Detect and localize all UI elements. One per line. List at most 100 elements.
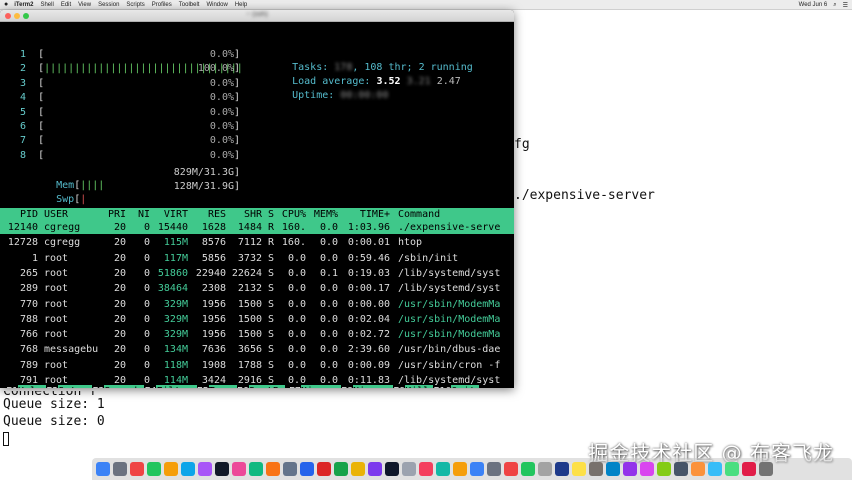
dock-app-icon[interactable] [504,462,518,476]
dock-app-icon[interactable] [759,462,773,476]
dock-app-icon[interactable] [300,462,314,476]
menu-help[interactable]: Help [235,2,247,8]
process-row[interactable]: 265 root 20 0 51860 22940 22624 S 0.0 0.1 0:19.03 /… [0,267,514,280]
fkey-f10-label[interactable]: Quit [451,385,480,388]
menu-scripts[interactable]: Scripts [126,2,144,8]
dock-app-icon[interactable] [674,462,688,476]
process-row[interactable]: 289 root 20 0 38464 2308 2132 S 0.0 0.0 0:00.17/li… [0,282,514,295]
dock-app-icon[interactable] [215,462,229,476]
dock-app-icon[interactable] [164,462,178,476]
process-row[interactable]: 788 root 20 0 329M 1956 1500 S 0.0 0.0 0:02.04/usr… [0,313,514,326]
menu-shell[interactable]: Shell [40,2,53,8]
menubar-clock[interactable]: Wed Jun 6 [799,2,828,8]
header-pri[interactable]: PRI [100,208,126,221]
process-shr: 3656 [237,344,262,356]
dock-app-icon[interactable] [147,462,161,476]
process-row[interactable]: 770 root 20 0 329M 1956 1500 S 0.0 0.0 0:00.00/usr… [0,298,514,311]
fkey-f4[interactable]: F4 [144,385,157,388]
dock-app-icon[interactable] [742,462,756,476]
dock-app-icon[interactable] [521,462,535,476]
menu-toolbelt[interactable]: Toolbelt [179,2,200,8]
fkey-f9[interactable]: F9 [393,385,406,388]
fkey-f9-label[interactable]: Kill [405,385,434,388]
fkey-f1[interactable]: F1 [6,385,19,388]
dock-app-icon[interactable] [657,462,671,476]
fkey-f3[interactable]: F3 [92,385,105,388]
process-row[interactable]: 789 root 20 0 118M 1908 1788 S 0.0 0.0 0:00.09/usr… [0,359,514,372]
dock-app-icon[interactable] [419,462,433,476]
fkey-f6[interactable]: F6 [236,385,249,388]
dock-app-icon[interactable] [436,462,450,476]
dock-app-icon[interactable] [351,462,365,476]
dock-app-icon[interactable] [487,462,501,476]
process-row[interactable]: 1 root 20 0 117M 5856 3732 S 0.0 0.0 0:59.46/sbin/… [0,252,514,265]
header-user[interactable]: USER [44,208,68,221]
dock-app-icon[interactable] [572,462,586,476]
fkey-f8-label[interactable]: Nice + [353,385,394,388]
dock-app-icon[interactable] [691,462,705,476]
menu-profiles[interactable]: Profiles [152,2,172,8]
dock-app-icon[interactable] [283,462,297,476]
dock-app-icon[interactable] [181,462,195,476]
dock-app-icon[interactable] [453,462,467,476]
fkey-f8[interactable]: F8 [341,385,354,388]
menu-app-name[interactable]: iTerm2 [14,2,33,8]
header-mem[interactable]: MEM% [310,208,338,221]
header-pid[interactable]: PID [2,208,38,221]
dock-app-icon[interactable] [470,462,484,476]
dock-app-icon[interactable] [725,462,739,476]
spotlight-icon[interactable]: ⌕ [833,2,836,9]
htop-window[interactable]: ~ (ssh) 1 [0.0%] 2 [|||||||||||||||||||||… [0,10,514,388]
fkey-f1-label[interactable]: Help [18,385,47,388]
dock-app-icon[interactable] [96,462,110,476]
fkey-f4-label[interactable]: Filter [156,385,197,388]
dock-app-icon[interactable] [198,462,212,476]
header-shr[interactable]: SHR [228,208,262,221]
dock-app-icon[interactable] [402,462,416,476]
fkey-f7[interactable]: F7 [288,385,301,388]
dock-app-icon[interactable] [589,462,603,476]
process-row[interactable]: 766 root 20 0 329M 1956 1500 S 0.0 0.0 0:02.72/usr… [0,328,514,341]
dock-app-icon[interactable] [385,462,399,476]
fkey-f5-label[interactable]: Tree [208,385,237,388]
dock-app-icon[interactable] [266,462,280,476]
dock-app-icon[interactable] [130,462,144,476]
header-command[interactable]: Command [398,208,440,221]
dock-app-icon[interactable] [623,462,637,476]
process-row[interactable]: 12140 cgregg 20 0 15440 1628 1484 R 160. 0.0 1:03.… [0,221,514,234]
menu-view[interactable]: View [78,2,91,8]
dock-app-icon[interactable] [368,462,382,476]
fkey-f7-label[interactable]: Nice - [300,385,341,388]
window-titlebar[interactable]: ~ (ssh) [0,10,514,22]
fkey-f10[interactable]: F10 [433,385,452,388]
dock-app-icon[interactable] [334,462,348,476]
dock-app-icon[interactable] [232,462,246,476]
header-res[interactable]: RES [192,208,226,221]
header-ni[interactable]: NI [130,208,150,221]
fkey-f2-label[interactable]: Setup [58,385,93,388]
dock-app-icon[interactable] [708,462,722,476]
fkey-f5[interactable]: F5 [196,385,209,388]
dock-app-icon[interactable] [113,462,127,476]
dock-app-icon[interactable] [555,462,569,476]
menu-edit[interactable]: Edit [61,2,71,8]
dock-app-icon[interactable] [317,462,331,476]
menu-session[interactable]: Session [98,2,119,8]
process-row[interactable]: 12728 cgregg 20 0 115M 8576 7112 R 160. 0.0 0:00.0… [0,236,514,249]
header-cpu[interactable]: CPU% [278,208,306,221]
header-time[interactable]: TIME+ [340,208,390,221]
fkey-f3-label[interactable]: Search [104,385,145,388]
dock-app-icon[interactable] [640,462,654,476]
fkey-f6-label[interactable]: SortBy [248,385,285,388]
dock-app-icon[interactable] [538,462,552,476]
header-virt[interactable]: VIRT [150,208,188,221]
dock-app-icon[interactable] [606,462,620,476]
dock-app-icon[interactable] [249,462,263,476]
notification-center-icon[interactable]: ☰ [843,2,848,9]
process-row[interactable]: 768 messagebu 20 0 134M 7636 3656 S 0.0 0.0 2:39.6… [0,343,514,356]
terminal-area[interactable]: 1 [0.0%] 2 [|||||||||||||||||||||||||||||… [0,22,514,388]
header-state[interactable]: S [268,208,274,221]
menu-window[interactable]: Window [206,2,227,8]
fkey-f2[interactable]: F2 [46,385,59,388]
apple-menu-icon[interactable]: ● [4,1,8,8]
